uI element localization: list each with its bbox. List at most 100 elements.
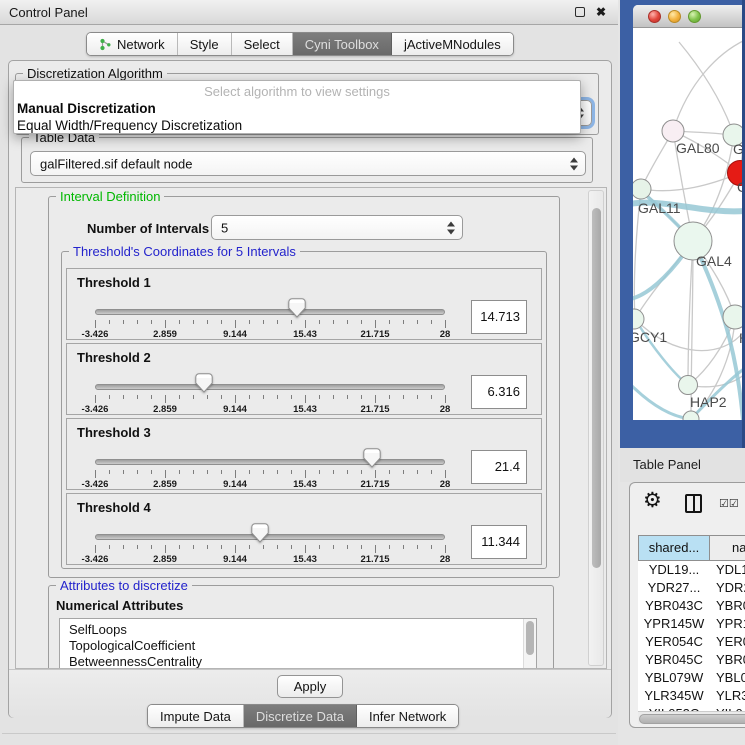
attribute-list-item[interactable]: BetweennessCentrality [69,654,536,669]
slider-tick-label: -3.426 [82,554,109,565]
slider-tick-label: 9.144 [223,329,247,340]
table-row[interactable]: YBR045CYBR0 [638,651,745,669]
table-cell: YPR145W [638,615,710,633]
slider-track[interactable] [95,384,445,390]
table-column-header[interactable]: na [710,535,745,561]
slider-tick [263,320,264,324]
slider-tick [277,320,278,324]
slider-tick [235,470,236,478]
tab-network[interactable]: Network [87,33,177,55]
network-node-h[interactable] [723,305,745,329]
slider-tick-label: 21.715 [360,329,389,340]
table-cell: YER054C [638,633,710,651]
apply-button[interactable]: Apply [277,675,343,698]
slider-tick-label: 2.859 [153,404,177,415]
slider-track[interactable] [95,459,445,465]
slider-tick [151,395,152,399]
slider-tick [417,470,418,474]
table-hscrollbar-thumb[interactable] [639,714,745,724]
list-scrollbar[interactable] [523,619,536,669]
tab-style[interactable]: Style [177,33,231,55]
settings-scrollbar-thumb[interactable] [592,208,601,568]
node-label-gcy1: GCY1 [633,329,667,345]
threshold-value-field[interactable]: 14.713 [471,300,527,334]
interval-definition-group: Interval Definition Number of Intervals … [48,196,560,578]
slider-tick-label: 15.43 [293,329,317,340]
table-row[interactable]: YDR27...YDR2 [638,579,745,597]
table-column-header[interactable]: shared... [638,535,710,561]
slider-tick [291,320,292,324]
control-panel-tab-bar: NetworkStyleSelectCyni ToolboxjActiveMNo… [86,32,514,56]
close-traffic-light-icon[interactable] [648,10,661,23]
slider-tick [417,545,418,549]
slider-track[interactable] [95,534,445,540]
slider-tick [431,545,432,549]
network-node-hap2[interactable] [679,376,698,395]
slider-thumb[interactable] [363,448,381,468]
select-columns-checkboxes-icon[interactable]: ☑☑ [719,497,739,510]
tab-cyni-toolbox[interactable]: Cyni Toolbox [292,33,391,55]
slider-tick [333,395,334,399]
split-columns-icon[interactable] [685,494,702,513]
table-row[interactable]: YDL19...YDL1 [638,561,745,579]
tab-jactivemnodules[interactable]: jActiveMNodules [391,33,513,55]
slider-tick [431,320,432,324]
close-icon[interactable]: ✖ [596,5,606,19]
number-of-intervals-select[interactable]: 5 [211,215,463,240]
slider-tick [277,395,278,399]
slider-tick [109,545,110,549]
slider-tick [445,545,446,553]
tab-discretize-data[interactable]: Discretize Data [243,705,356,727]
network-canvas[interactable]: GAL80 GA C GAL11 GAL4 GCY1 H HAP2 [633,28,745,420]
control-panel-titlebar: Control Panel ✖ [0,0,618,25]
threshold-value-field[interactable]: 6.316 [471,375,527,409]
gear-icon[interactable]: ⚙ [643,490,662,511]
table-row[interactable]: YPR145WYPR1 [638,615,745,633]
tab-select[interactable]: Select [231,33,292,55]
slider-tick-label: -3.426 [82,329,109,340]
cyni-toolbox-panel: Discretization Algorithm Select algorith… [8,60,612,718]
number-of-intervals-label: Number of Intervals [87,221,209,236]
slider-thumb[interactable] [195,373,213,393]
slider-thumb[interactable] [288,298,306,318]
minimize-traffic-light-icon[interactable] [668,10,681,23]
slider-tick-label: 9.144 [223,404,247,415]
slider-tick [207,320,208,324]
slider-track[interactable] [95,309,445,315]
slider-tick [445,470,446,478]
slider-tick [207,470,208,474]
attribute-list-item[interactable]: TopologicalCoefficient [69,638,536,654]
table-row[interactable]: YBR043CYBR0 [638,597,745,615]
table-panel-header: Table Panel [620,448,745,482]
dropdown-option-equal-width-frequency[interactable]: Equal Width/Frequency Discretization [17,118,242,133]
slider-tick-label: 28 [440,554,451,565]
slider-thumb[interactable] [251,523,269,543]
node-label-hap2: HAP2 [690,394,727,410]
slider-tick [221,395,222,399]
zoom-traffic-light-icon[interactable] [688,10,701,23]
slider-tick [305,470,306,478]
slider-tick [347,320,348,324]
threshold-label: Threshold 1 [77,275,151,290]
table-data-select[interactable]: galFiltered.sif default node [30,151,586,176]
slider-tick-label: 15.43 [293,479,317,490]
threshold-value-field[interactable]: 21.4 [471,450,527,484]
slider-tick [417,320,418,324]
float-window-icon[interactable] [575,7,585,17]
settings-scrollbar [588,190,604,666]
tab-infer-network[interactable]: Infer Network [356,705,458,727]
dropdown-option-manual-discretization[interactable]: Manual Discretization [17,101,156,116]
table-row[interactable]: YER054CYER0 [638,633,745,651]
network-titlebar [633,5,745,28]
attribute-list-item[interactable]: SelfLoops [69,622,536,638]
network-node-gal80[interactable] [662,120,684,142]
tab-impute-data[interactable]: Impute Data [148,705,243,727]
slider-tick-label: 2.859 [153,329,177,340]
network-node-gal11[interactable] [633,179,651,199]
table-cell: YLR3 [710,687,745,705]
table-row[interactable]: YLR345WYLR3 [638,687,745,705]
table-row[interactable]: YBL079WYBL0 [638,669,745,687]
table-cell: YPR1 [710,615,745,633]
screen: Control Panel ✖ NetworkStyleSelectCyni T… [0,0,745,745]
threshold-value-field[interactable]: 11.344 [471,525,527,559]
